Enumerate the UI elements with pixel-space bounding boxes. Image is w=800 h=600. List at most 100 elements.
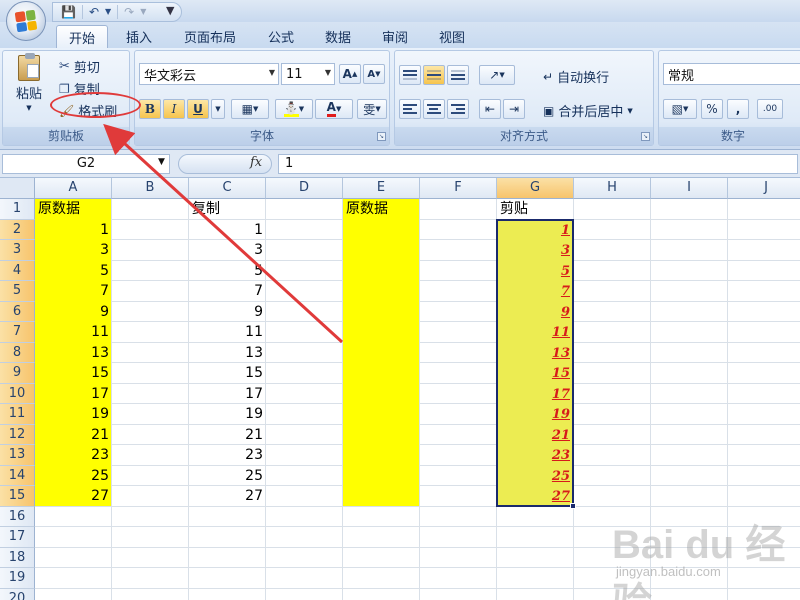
row-header-6[interactable]: 6: [0, 301, 35, 322]
borders-button[interactable]: ▦ ▼: [231, 99, 269, 119]
cell-a7[interactable]: 11: [35, 322, 112, 343]
dialog-launcher-icon[interactable]: ↘: [641, 132, 650, 141]
align-left-button[interactable]: [399, 99, 421, 119]
row-header-17[interactable]: 17: [0, 527, 35, 548]
percent-button[interactable]: %: [701, 99, 723, 119]
cell-a4[interactable]: 5: [35, 261, 112, 282]
cell-a3[interactable]: 3: [35, 240, 112, 261]
row-header-18[interactable]: 18: [0, 547, 35, 568]
cell-a11[interactable]: 19: [35, 404, 112, 425]
cell-c3[interactable]: 3: [189, 240, 266, 261]
tab-formulas[interactable]: 公式: [258, 25, 304, 48]
align-right-button[interactable]: [447, 99, 469, 119]
underline-dropdown[interactable]: ▼: [211, 99, 225, 119]
column-header-d[interactable]: D: [266, 178, 343, 199]
redo-dropdown-icon[interactable]: ▼: [140, 5, 146, 19]
column-header-i[interactable]: I: [651, 178, 728, 199]
cell-c1[interactable]: 复制: [189, 199, 266, 220]
row-header-1[interactable]: 1: [0, 199, 35, 220]
column-header-e[interactable]: E: [343, 178, 420, 199]
cut-button[interactable]: ✂ 剪切: [59, 57, 100, 76]
column-header-h[interactable]: H: [574, 178, 651, 199]
align-middle-button[interactable]: [423, 65, 445, 85]
row-header-15[interactable]: 15: [0, 486, 35, 507]
office-button[interactable]: [6, 1, 46, 41]
font-size-select[interactable]: 11 ▼: [281, 63, 335, 85]
cell-c5[interactable]: 7: [189, 281, 266, 302]
grow-font-button[interactable]: A ▲: [339, 64, 361, 84]
tab-review[interactable]: 审阅: [372, 25, 418, 48]
cell-c12[interactable]: 21: [189, 425, 266, 446]
insert-function-icon[interactable]: fx: [250, 155, 262, 170]
cell-c4[interactable]: 5: [189, 261, 266, 282]
column-header-j[interactable]: J: [728, 178, 800, 199]
align-top-button[interactable]: [399, 65, 421, 85]
row-header-11[interactable]: 11: [0, 404, 35, 425]
wrap-text-button[interactable]: ↵ 自动换行: [543, 67, 609, 87]
row-header-20[interactable]: 20: [0, 588, 35, 600]
underline-button[interactable]: U: [187, 99, 209, 119]
tab-view[interactable]: 视图: [429, 25, 475, 48]
redo-icon[interactable]: ↷: [124, 5, 134, 19]
shrink-font-button[interactable]: A ▼: [363, 64, 385, 84]
cell-c13[interactable]: 23: [189, 445, 266, 466]
cell-a13[interactable]: 23: [35, 445, 112, 466]
merge-center-button[interactable]: ▣ 合并后居中 ▼: [543, 101, 633, 121]
row-header-5[interactable]: 5: [0, 281, 35, 302]
column-header-g[interactable]: G: [497, 178, 574, 199]
row-header-10[interactable]: 10: [0, 383, 35, 404]
tab-data[interactable]: 数据: [315, 25, 361, 48]
row-header-9[interactable]: 9: [0, 363, 35, 384]
row-header-2[interactable]: 2: [0, 219, 35, 240]
row-header-13[interactable]: 13: [0, 445, 35, 466]
increase-decimal-button[interactable]: .00: [757, 99, 783, 119]
cell-c7[interactable]: 11: [189, 322, 266, 343]
row-header-12[interactable]: 12: [0, 424, 35, 445]
cell-e1[interactable]: 原数据: [343, 199, 420, 220]
italic-button[interactable]: I: [163, 99, 185, 119]
tab-insert[interactable]: 插入: [116, 25, 162, 48]
column-header-c[interactable]: C: [189, 178, 266, 199]
paste-button[interactable]: 粘贴 ▼: [11, 53, 47, 112]
tab-page-layout[interactable]: 页面布局: [172, 25, 248, 48]
currency-button[interactable]: ▧ ▼: [663, 99, 697, 119]
cell-c8[interactable]: 13: [189, 343, 266, 364]
cell-c14[interactable]: 25: [189, 466, 266, 487]
align-center-button[interactable]: [423, 99, 445, 119]
decrease-indent-button[interactable]: ⇤: [479, 99, 501, 119]
customize-icon[interactable]: ▼: [166, 4, 174, 17]
row-header-19[interactable]: 19: [0, 568, 35, 589]
font-name-select[interactable]: 华文彩云 ▼: [139, 63, 279, 85]
undo-icon[interactable]: ↶: [89, 5, 99, 19]
worksheet[interactable]: ABCDEFGHIJ 1 2 3 4 5 6 7 8 9 10 11 12 13 14 15 16 17 18 19…: [0, 178, 800, 600]
row-header-8[interactable]: 8: [0, 342, 35, 363]
fill-color-button[interactable]: ⛄ ▼: [275, 99, 313, 119]
row-header-16[interactable]: 16: [0, 506, 35, 527]
save-icon[interactable]: 💾: [61, 5, 76, 19]
cell-c11[interactable]: 19: [189, 404, 266, 425]
fill-handle[interactable]: [570, 502, 576, 509]
row-header-4[interactable]: 4: [0, 260, 35, 281]
cell-a6[interactable]: 9: [35, 302, 112, 323]
column-header-f[interactable]: F: [420, 178, 497, 199]
chevron-down-icon[interactable]: ▼: [158, 157, 165, 167]
cell-c9[interactable]: 15: [189, 363, 266, 384]
row-header-14[interactable]: 14: [0, 465, 35, 486]
phonetic-button[interactable]: 雯 ▼: [357, 99, 387, 119]
cell-a5[interactable]: 7: [35, 281, 112, 302]
bold-button[interactable]: B: [139, 99, 161, 119]
tab-home[interactable]: 开始: [56, 25, 108, 48]
cell-a1[interactable]: 原数据: [35, 199, 112, 220]
cell-a2[interactable]: 1: [35, 220, 112, 241]
column-header-b[interactable]: B: [112, 178, 189, 199]
cell-c2[interactable]: 1: [189, 220, 266, 241]
number-format-select[interactable]: 常规: [663, 63, 800, 85]
font-color-button[interactable]: A ▼: [315, 99, 353, 119]
cell-c6[interactable]: 9: [189, 302, 266, 323]
cell-c10[interactable]: 17: [189, 384, 266, 405]
row-header-7[interactable]: 7: [0, 322, 35, 343]
cell-a15[interactable]: 27: [35, 486, 112, 507]
formula-input[interactable]: 1: [278, 154, 798, 174]
select-all-corner[interactable]: [0, 178, 35, 199]
column-header-a[interactable]: A: [35, 178, 112, 199]
